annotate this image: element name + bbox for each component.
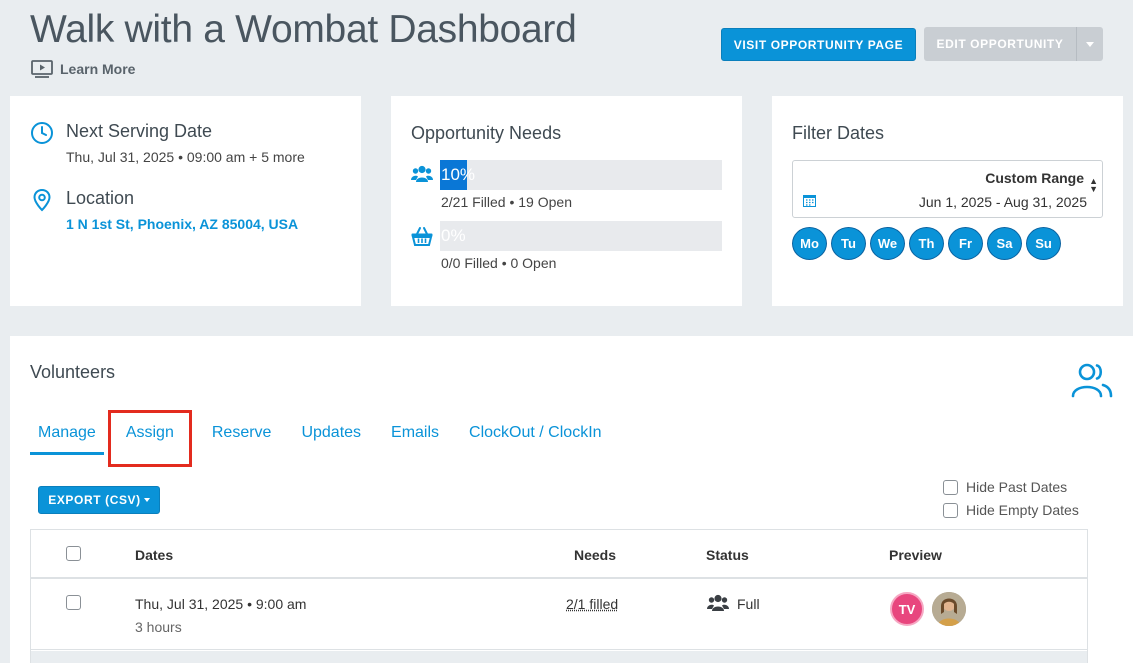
clock-icon [31,122,53,144]
tab-emails[interactable]: Emails [383,424,447,455]
learn-more-link[interactable]: Learn More [31,60,135,78]
row-checkbox[interactable] [66,595,81,610]
edit-opportunity-label[interactable]: EDIT OPPORTUNITY [924,27,1076,61]
table-header: Dates Needs Status Preview [31,530,1087,579]
select-all-checkbox[interactable] [66,546,81,561]
next-row-placeholder [31,651,1087,663]
weekday-tu[interactable]: Tu [831,227,866,260]
avatar[interactable]: TV [890,592,924,626]
column-status[interactable]: Status [706,547,749,563]
hide-past-dates-label: Hide Past Dates [966,479,1068,495]
hide-empty-dates-label: Hide Empty Dates [966,502,1079,518]
edit-dropdown-toggle[interactable] [1076,27,1103,61]
hide-empty-dates-option[interactable]: Hide Empty Dates [943,502,1079,518]
row-needs-link[interactable]: 2/1 filled [566,596,618,612]
row-duration: 3 hours [135,619,182,635]
weekday-mo[interactable]: Mo [792,227,827,260]
learn-more-label: Learn More [60,61,136,77]
tab-clockout-clockin[interactable]: ClockOut / ClockIn [461,424,609,455]
visit-opportunity-button[interactable]: VISIT OPPORTUNITY PAGE [721,28,916,61]
person-photo-icon [932,592,966,626]
table-row[interactable]: Thu, Jul 31, 2025 • 9:00 am 3 hours 2/1 … [31,579,1087,650]
edit-opportunity-button[interactable]: EDIT OPPORTUNITY [924,27,1103,61]
column-dates[interactable]: Dates [135,547,173,563]
map-pin-icon [33,188,51,212]
row-status: Full [737,596,760,612]
sort-arrows-icon: ▲ ▼ [1089,176,1098,194]
caret-down-icon [1086,41,1094,47]
location-link[interactable]: 1 N 1st St, Phoenix, AZ 85004, USA [66,216,298,232]
weekday-th[interactable]: Th [909,227,944,260]
next-serving-label: Next Serving Date [66,121,213,141]
volunteer-needs-percent: 10% [441,165,476,184]
hide-empty-dates-checkbox[interactable] [943,502,958,518]
avatar-photo[interactable] [932,592,966,626]
location-label: Location [66,188,135,208]
volunteers-panel: Volunteers Manage Assign Reserve Updates… [10,336,1133,663]
export-csv-button[interactable]: EXPORT (CSV) [38,486,160,514]
volunteer-needs-progress: 10% [440,160,722,190]
tab-manage[interactable]: Manage [30,424,104,455]
weekday-fr[interactable]: Fr [948,227,983,260]
video-icon [31,60,53,78]
date-range-select[interactable]: Custom Range Jun 1, 2025 - Aug 31, 2025 … [792,160,1103,218]
location-section: Location 1 N 1st St, Phoenix, AZ 85004, … [30,188,298,232]
export-csv-label: EXPORT (CSV) [48,493,141,507]
volunteer-needs-caption: 2/21 Filled • 19 Open [441,194,572,210]
column-needs[interactable]: Needs [574,547,616,563]
next-serving-value: Thu, Jul 31, 2025 • 09:00 am + 5 more [66,149,305,165]
weekday-sa[interactable]: Sa [987,227,1022,260]
tab-assign[interactable]: Assign [107,410,192,467]
opportunity-needs-title: Opportunity Needs [411,123,562,143]
row-date: Thu, Jul 31, 2025 • 9:00 am [135,596,307,612]
supply-needs-progress: 0% [440,221,722,251]
next-serving-section: Next Serving Date Thu, Jul 31, 2025 • 09… [30,121,305,165]
volunteer-dates-table: Dates Needs Status Preview Thu, Jul 31, … [30,529,1088,663]
column-preview: Preview [889,547,942,563]
calendar-icon [803,195,816,207]
users-icon [411,165,433,182]
volunteer-tabs: Manage Assign Reserve Updates Emails Clo… [30,410,624,467]
weekday-we[interactable]: We [870,227,905,260]
date-range-value: Jun 1, 2025 - Aug 31, 2025 [918,194,1087,210]
supply-needs-percent: 0% [441,226,466,245]
users-icon [707,594,729,611]
supply-needs-caption: 0/0 Filled • 0 Open [441,255,557,271]
date-range-label: Custom Range [985,170,1084,186]
volunteers-title: Volunteers [30,362,116,382]
weekday-filter: Mo Tu We Th Fr Sa Su [792,227,1061,260]
serving-info-card: Next Serving Date Thu, Jul 31, 2025 • 09… [10,96,361,306]
tab-reserve[interactable]: Reserve [204,424,280,455]
users-outline-icon [1071,363,1113,398]
tab-updates[interactable]: Updates [293,424,369,455]
filter-dates-card: Filter Dates Custom Range Jun 1, 2025 - … [772,96,1123,306]
basket-icon [411,227,433,246]
page-title: Walk with a Wombat Dashboard [30,8,577,51]
hide-past-dates-checkbox[interactable] [943,479,958,495]
opportunity-needs-card: Opportunity Needs 10% 2/21 Filled • 19 O… [391,96,742,306]
filter-dates-title: Filter Dates [792,123,885,143]
weekday-su[interactable]: Su [1026,227,1061,260]
hide-past-dates-option[interactable]: Hide Past Dates [943,479,1067,495]
caret-down-icon [143,498,150,502]
